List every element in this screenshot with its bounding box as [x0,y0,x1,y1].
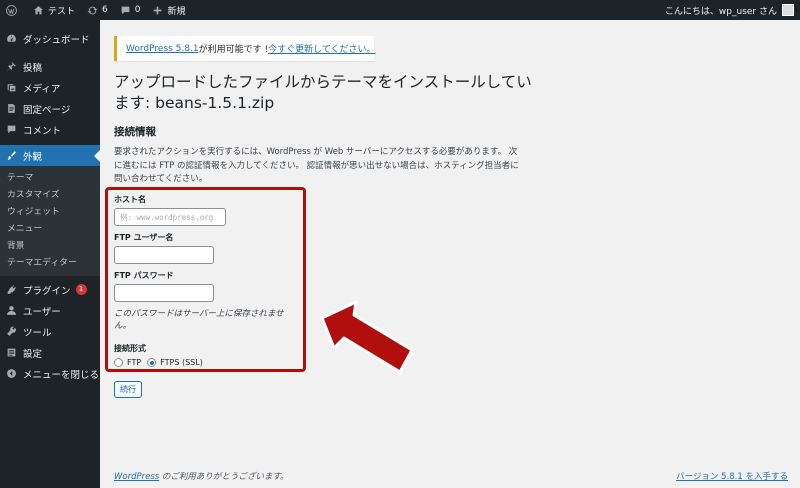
new-label: 新規 [167,6,186,17]
menu-comments[interactable]: コメント [0,119,100,140]
menu-collapse[interactable]: メニューを閉じる [0,363,100,384]
menu-dashboard[interactable]: ダッシュボード [0,28,100,49]
comment-bubble-icon [121,6,130,14]
site-name-menu[interactable]: テスト [27,0,81,20]
refresh-icon [87,6,98,14]
page-title: アップロードしたファイルからテーマをインストールしています: beans-1.5… [114,73,532,112]
menu-label: 設定 [23,348,43,360]
submenu-theme-editor[interactable]: テーマエディター [0,255,100,272]
comments-menu[interactable]: 0 [114,0,147,20]
my-account-menu[interactable]: こんにちは、wp_user さん [665,4,800,17]
updates-menu[interactable]: 6 [81,0,114,20]
avatar [782,4,794,16]
connection-description: 要求されたアクションを実行するには、WordPress が Web サーバーにア… [114,147,519,184]
wordpress-icon [6,4,17,16]
section-title: 接続情報 [114,126,156,138]
wordpress-version-link[interactable]: WordPress 5.8.1 [126,44,199,54]
collapse-icon [7,369,16,378]
user-icon [7,306,16,315]
submenu-themes[interactable]: テーマ [0,170,100,187]
updates-count: 6 [102,5,108,15]
menu-pages[interactable]: 固定ページ [0,98,100,119]
plus-icon [154,6,162,14]
footer-thanks-text: のご利用ありがとうございます。 [159,472,289,482]
submenu-customize[interactable]: カスタマイズ [0,187,100,204]
menu-label: プラグイン [23,285,71,297]
menu-plugins[interactable]: プラグイン 1 [0,279,100,300]
wp-logo-menu[interactable] [0,0,27,20]
continue-button[interactable]: 続行 [114,381,142,398]
menu-label: メニューを閉じる [23,369,100,381]
menu-media[interactable]: メディア [0,77,100,98]
update-now-link[interactable]: 今すぐ更新してください。 [268,42,375,55]
wrench-icon [7,326,16,336]
highlight-box [105,187,306,372]
site-name: テスト [48,6,76,17]
submenu-widgets[interactable]: ウィジェット [0,204,100,221]
menu-label: メディア [23,83,61,95]
submenu-menus[interactable]: メニュー [0,221,100,238]
dashboard-icon [7,34,16,42]
page-icon [8,104,15,113]
footer-thanks: WordPress のご利用ありがとうございます。 [114,470,289,482]
comments-count: 0 [134,5,141,15]
menu-label: ユーザー [23,306,61,318]
menu-label: ツール [23,327,52,339]
plugin-update-badge: 1 [75,284,87,295]
menu-label: 固定ページ [23,104,71,116]
menu-label: 外観 [23,151,43,163]
menu-label: ダッシュボード [23,34,90,46]
footer-version-link[interactable]: バージョン 5.8.1 を入手する [676,470,788,482]
menu-settings[interactable]: 設定 [0,342,100,363]
menu-tools[interactable]: ツール [0,321,100,342]
submenu-background[interactable]: 背景 [0,238,100,255]
arrow-icon [320,300,414,374]
appearance-submenu: テーマ カスタマイズ ウィジェット メニュー 背景 テーマエディター [0,166,100,276]
menu-appearance[interactable]: 外観 [0,145,100,166]
media-icon [7,84,16,92]
brush-icon [7,151,16,160]
menu-label: コメント [23,125,62,137]
menu-users[interactable]: ユーザー [0,300,100,321]
admin-bar: テスト 6 0 新規 こんにちは、wp_user さん [0,0,800,20]
notice-text: が利用可能です ! [198,45,269,55]
menu-posts[interactable]: 投稿 [0,56,100,77]
footer-wordpress-link[interactable]: WordPress [114,472,159,482]
new-content-menu[interactable]: 新規 [146,0,191,20]
pin-icon [7,62,16,71]
home-icon [34,5,43,14]
greeting: こんにちは、wp_user さん [664,6,777,17]
settings-icon [7,348,16,357]
plugin-icon [7,285,16,294]
admin-sidebar: ダッシュボード 投稿 メディア 固定ページ コメント 外観 テーマ カスタマイズ… [0,20,100,488]
comment-icon [7,125,16,134]
menu-label: 投稿 [23,62,43,74]
update-notice: WordPress 5.8.1 が利用可能です ! 今すぐ更新してください。 [114,36,376,61]
